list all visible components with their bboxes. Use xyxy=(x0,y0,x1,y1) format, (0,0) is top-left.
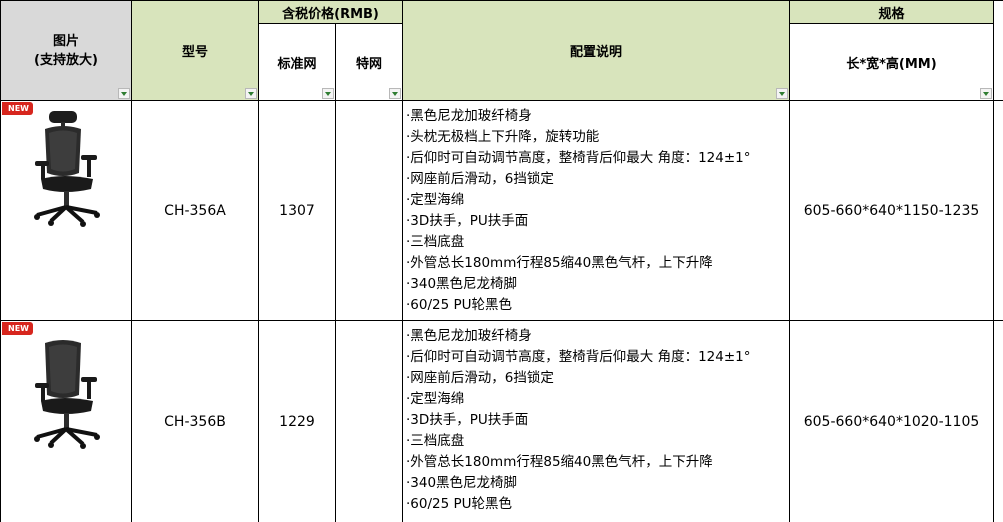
header-config[interactable]: 配置说明 xyxy=(403,0,790,101)
config-line: ·头枕无极档上下升降，旋转功能 xyxy=(406,129,600,145)
row2-model-cell[interactable]: CH-356B xyxy=(132,321,259,522)
row2-price-special-cell[interactable] xyxy=(336,321,403,522)
row1-config-cell[interactable]: ·黑色尼龙加玻纤椅身 ·头枕无极档上下升降，旋转功能 ·后仰时可自动调节高度，整… xyxy=(403,101,790,321)
row2-image-cell[interactable]: NEW xyxy=(0,321,132,522)
config-line: ·网座前后滑动，6挡锁定 xyxy=(406,370,554,386)
config-line: ·后仰时可自动调节高度，整椅背后仰最大 角度：124±1° xyxy=(406,349,751,365)
filter-dropdown-icon[interactable] xyxy=(245,88,257,99)
spreadsheet: 图片 (支持放大) 型号 含税价格(RMB) 标准网 特网 配置说明 规格 长*… xyxy=(0,0,1003,522)
header-model[interactable]: 型号 xyxy=(132,0,259,101)
office-chair-image[interactable] xyxy=(31,339,103,459)
row2-dimensions: 605-660*640*1020-1105 xyxy=(803,413,980,430)
row1-model-cell[interactable]: CH-356A xyxy=(132,101,259,321)
header-spec-dims-label: 长*宽*高(MM) xyxy=(846,56,937,72)
config-line: ·三档底盘 xyxy=(406,234,465,250)
header-price-special[interactable]: 特网 xyxy=(336,24,403,101)
row1-model: CH-356A xyxy=(164,202,226,219)
row2-dimensions-cell[interactable]: 605-660*640*1020-1105 xyxy=(790,321,994,522)
config-line: ·后仰时可自动调节高度，整椅背后仰最大 角度：124±1° xyxy=(406,150,751,166)
filter-dropdown-icon[interactable] xyxy=(980,88,992,99)
header-price-special-label: 特网 xyxy=(355,56,382,72)
config-line: ·网座前后滑动，6挡锁定 xyxy=(406,171,554,187)
header-image[interactable]: 图片 (支持放大) xyxy=(0,0,132,101)
header-model-label: 型号 xyxy=(181,45,208,60)
config-line: ·60/25 PU轮黑色 xyxy=(406,297,513,313)
filter-dropdown-icon[interactable] xyxy=(776,88,788,99)
config-line: ·三档底盘 xyxy=(406,433,465,449)
config-line: ·定型海绵 xyxy=(406,192,465,208)
config-line: ·外管总长180mm行程85缩40黑色气杆，上下升降 xyxy=(406,454,713,470)
row1-extra-cell[interactable] xyxy=(994,101,1003,321)
row1-price-standard: 1307 xyxy=(279,202,315,219)
filter-dropdown-icon[interactable] xyxy=(118,88,130,99)
header-price-standard-label: 标准网 xyxy=(277,56,317,72)
row2-model: CH-356B xyxy=(164,413,226,430)
config-line: ·3D扶手，PU扶手面 xyxy=(406,213,529,229)
header-spec-group-label: 规格 xyxy=(878,6,905,22)
header-extra-column[interactable] xyxy=(994,0,1003,101)
row1-config-list: ·黑色尼龙加玻纤椅身 ·头枕无极档上下升降，旋转功能 ·后仰时可自动调节高度，整… xyxy=(406,106,787,316)
row2-price-standard: 1229 xyxy=(279,413,315,430)
config-line: ·340黑色尼龙椅脚 xyxy=(406,276,518,292)
row1-dimensions: 605-660*640*1150-1235 xyxy=(803,202,980,219)
header-config-label: 配置说明 xyxy=(569,45,622,60)
new-badge: NEW xyxy=(2,102,33,115)
row2-price-standard-cell[interactable]: 1229 xyxy=(259,321,336,522)
row1-dimensions-cell[interactable]: 605-660*640*1150-1235 xyxy=(790,101,994,321)
config-line: ·外管总长180mm行程85缩40黑色气杆，上下升降 xyxy=(406,255,713,271)
config-line: ·340黑色尼龙椅脚 xyxy=(406,475,518,491)
config-line: ·定型海绵 xyxy=(406,391,465,407)
header-spec-dims[interactable]: 长*宽*高(MM) xyxy=(790,24,994,101)
new-badge: NEW xyxy=(2,322,33,335)
filter-dropdown-icon[interactable] xyxy=(322,88,334,99)
header-image-label: 图片 (支持放大) xyxy=(34,33,98,68)
header-price-standard[interactable]: 标准网 xyxy=(259,24,336,101)
header-price-group[interactable]: 含税价格(RMB) xyxy=(259,0,403,24)
row2-config-cell[interactable]: ·黑色尼龙加玻纤椅身 ·后仰时可自动调节高度，整椅背后仰最大 角度：124±1°… xyxy=(403,321,790,522)
config-line: ·黑色尼龙加玻纤椅身 xyxy=(406,328,532,344)
row1-price-standard-cell[interactable]: 1307 xyxy=(259,101,336,321)
config-line: ·60/25 PU轮黑色 xyxy=(406,496,513,512)
row1-price-special-cell[interactable] xyxy=(336,101,403,321)
config-line: ·3D扶手，PU扶手面 xyxy=(406,412,529,428)
header-price-group-label: 含税价格(RMB) xyxy=(282,6,379,22)
row2-extra-cell[interactable] xyxy=(994,321,1003,522)
header-spec-group[interactable]: 规格 xyxy=(790,0,994,24)
filter-dropdown-icon[interactable] xyxy=(389,88,401,99)
office-chair-image[interactable] xyxy=(31,109,103,229)
row1-image-cell[interactable]: NEW xyxy=(0,101,132,321)
row2-config-list: ·黑色尼龙加玻纤椅身 ·后仰时可自动调节高度，整椅背后仰最大 角度：124±1°… xyxy=(406,326,787,515)
config-line: ·黑色尼龙加玻纤椅身 xyxy=(406,108,532,124)
